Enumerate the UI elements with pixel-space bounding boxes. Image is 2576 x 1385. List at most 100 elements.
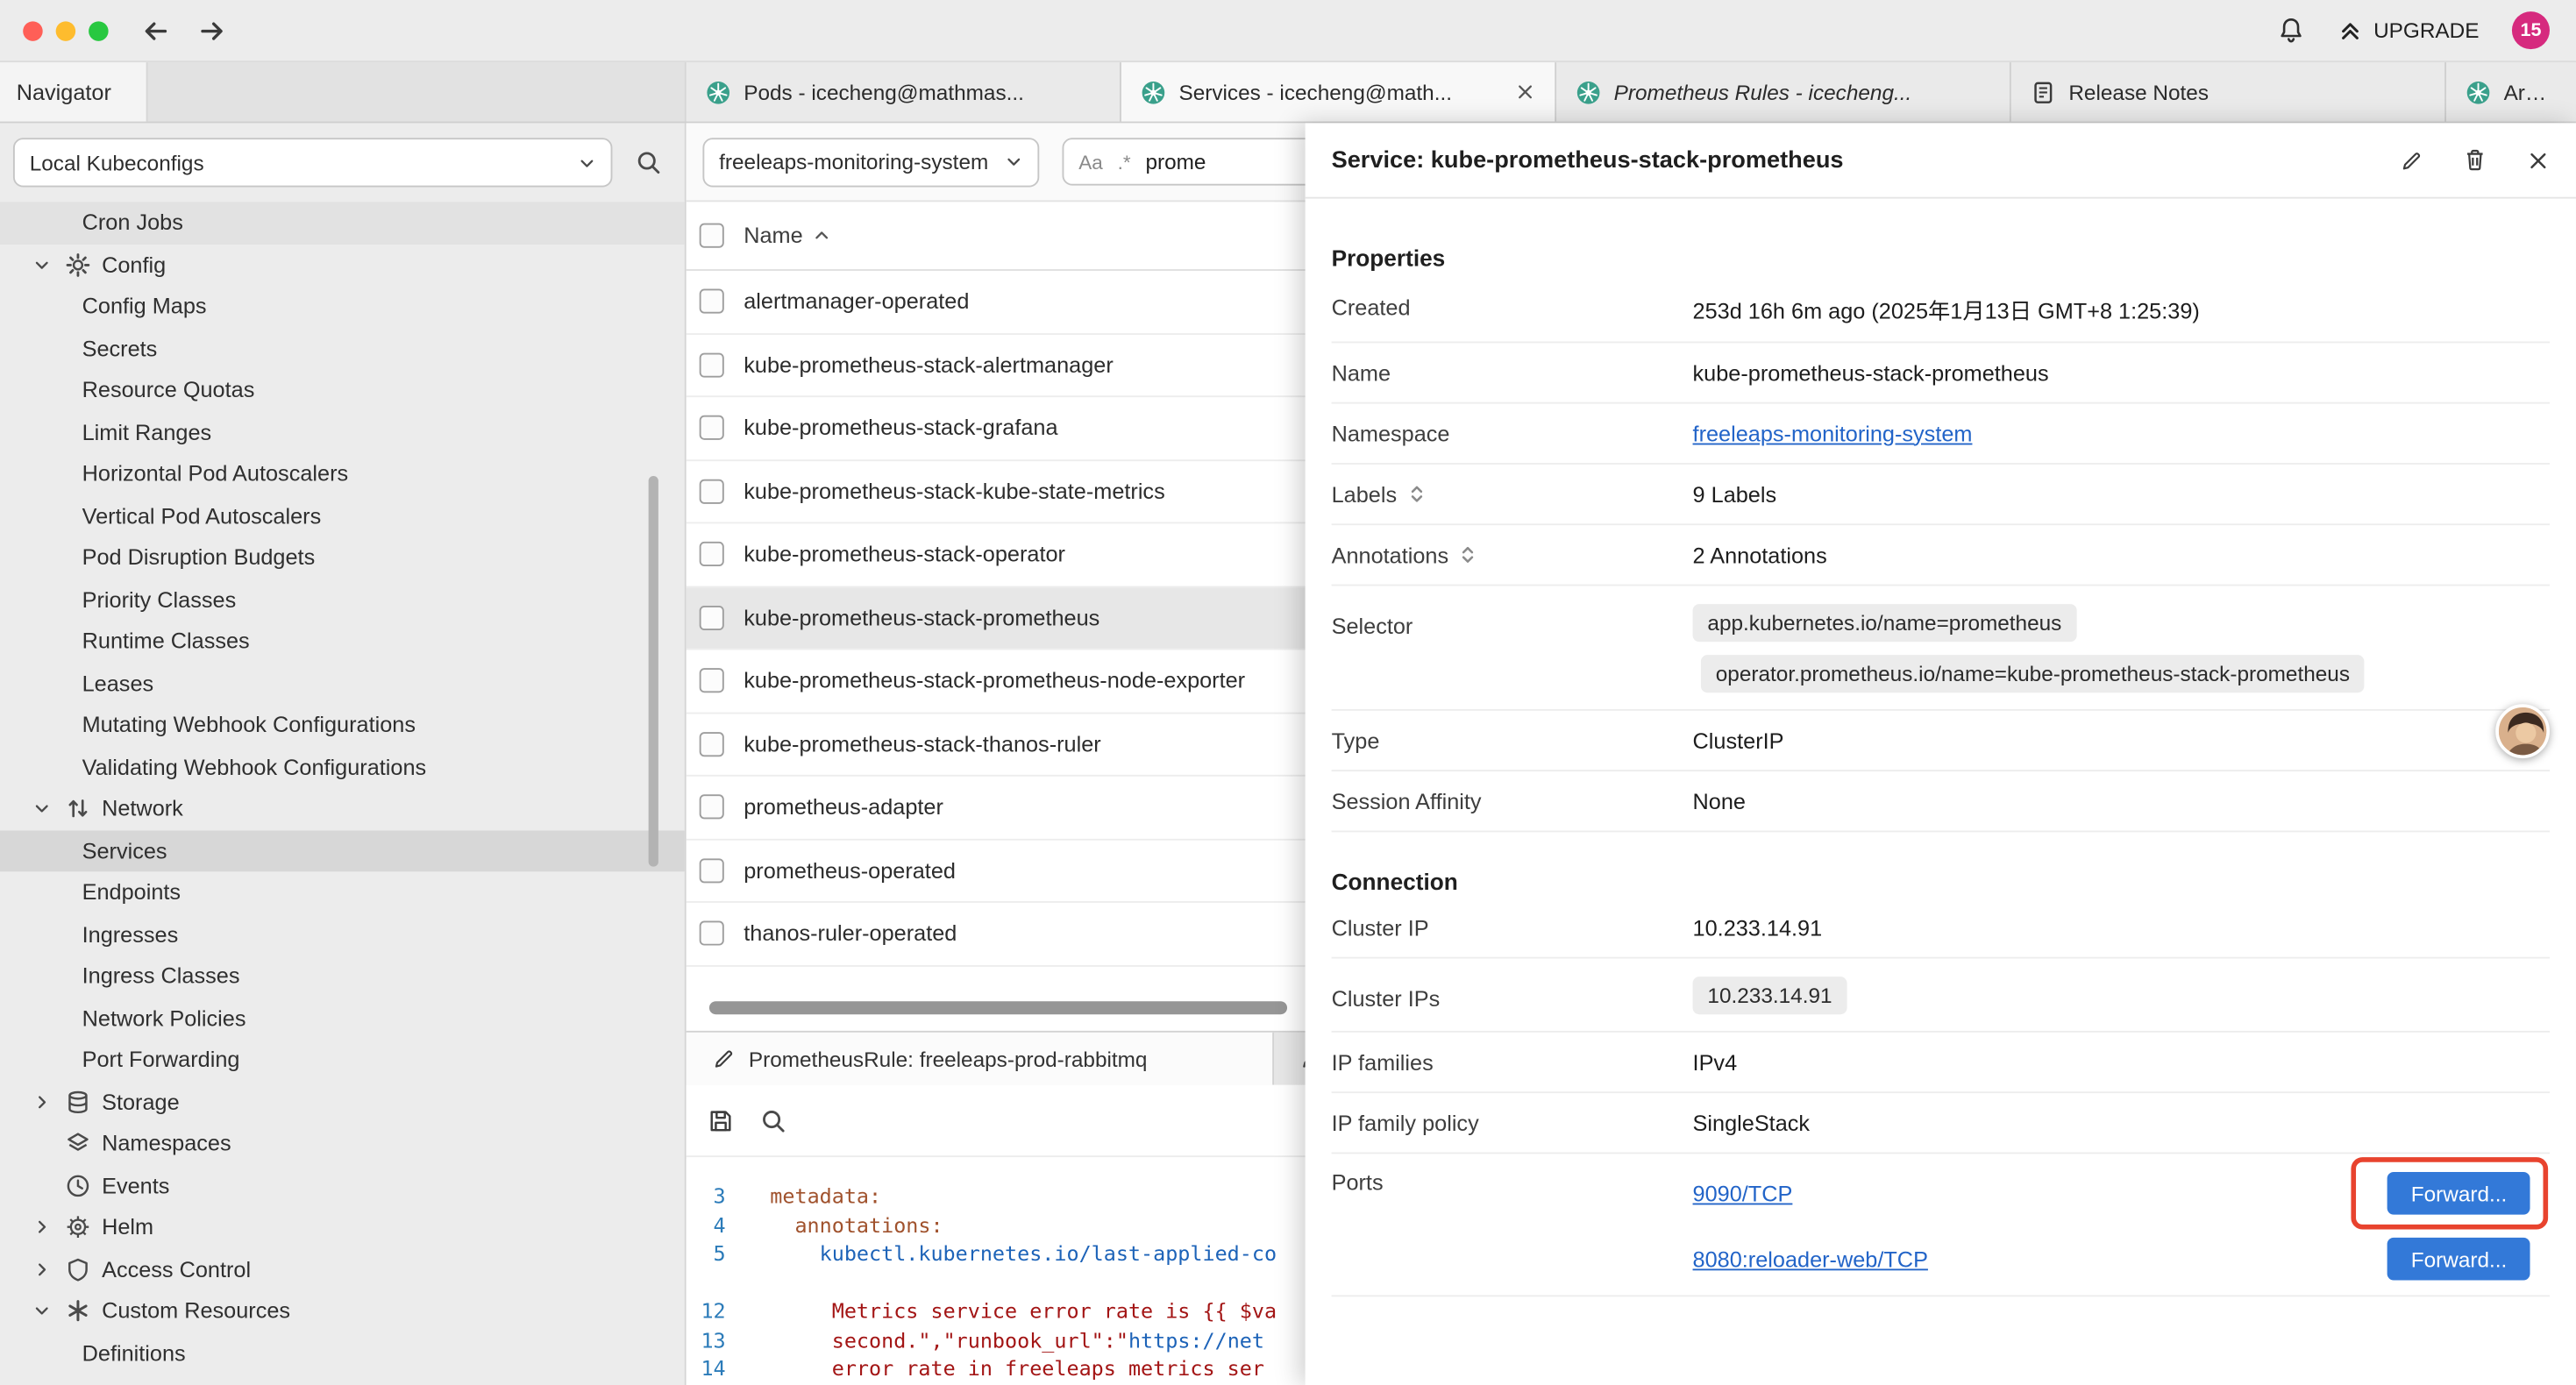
sidebar-item-config[interactable]: Config xyxy=(0,244,685,286)
sidebar-item-namespaces[interactable]: Namespaces xyxy=(0,1123,685,1165)
row-checkbox[interactable] xyxy=(700,921,724,946)
kubernetes-icon xyxy=(1141,80,1165,104)
forward-button-nav[interactable] xyxy=(197,16,227,46)
namespace-link[interactable]: freeleaps-monitoring-system xyxy=(1693,421,1973,445)
sidebar-item-ingress-classes[interactable]: Ingress Classes xyxy=(0,955,685,998)
port-link[interactable]: 8080:reloader-web/TCP xyxy=(1693,1246,1928,1271)
sidebar-item-vertical-pod-autoscalers[interactable]: Vertical Pod Autoscalers xyxy=(0,495,685,537)
select-all-checkbox[interactable] xyxy=(700,224,724,248)
sidebar-item-runtime-classes[interactable]: Runtime Classes xyxy=(0,621,685,663)
detail-row-label: Created xyxy=(1332,295,1693,320)
detail-row-label: Annotations xyxy=(1332,543,1693,567)
row-checkbox[interactable] xyxy=(700,605,724,629)
tab-services-icecheng-math[interactable]: Services - icecheng@math... xyxy=(1121,62,1556,121)
detail-row-label: Ports xyxy=(1332,1161,1693,1195)
detail-label-text: IP families xyxy=(1332,1049,1434,1074)
line-number: 14 xyxy=(687,1354,745,1383)
row-checkbox[interactable] xyxy=(700,352,724,377)
detail-label-text: Cluster IPs xyxy=(1332,985,1441,1010)
sidebar-item-config-maps[interactable]: Config Maps xyxy=(0,286,685,328)
close-panel-icon[interactable] xyxy=(2527,148,2550,171)
sidebar-item-endpoints[interactable]: Endpoints xyxy=(0,871,685,913)
kubeconfig-select[interactable]: Local Kubeconfigs xyxy=(13,138,612,187)
sidebar-search-button[interactable] xyxy=(625,139,671,185)
row-checkbox[interactable] xyxy=(700,732,724,756)
sidebar-item-port-forwarding[interactable]: Port Forwarding xyxy=(0,1039,685,1081)
sidebar-item-ingresses[interactable]: Ingresses xyxy=(0,913,685,955)
forward-button[interactable]: Forward... xyxy=(2388,1172,2530,1215)
horizontal-scrollbar[interactable] xyxy=(709,1001,1287,1014)
sidebar-item-secrets[interactable]: Secrets xyxy=(0,328,685,370)
detail-row-type: TypeClusterIP xyxy=(1332,711,2550,771)
match-case-toggle[interactable]: Aa xyxy=(1078,150,1103,173)
detail-row-label: Namespace xyxy=(1332,421,1693,445)
sidebar-item-leases[interactable]: Leases xyxy=(0,663,685,705)
row-name: prometheus-operated xyxy=(744,858,956,883)
row-checkbox[interactable] xyxy=(700,795,724,820)
chevron-down-icon xyxy=(32,799,65,818)
sidebar-item-storage[interactable]: Storage xyxy=(0,1081,685,1123)
user-avatar[interactable] xyxy=(2495,704,2550,758)
row-checkbox[interactable] xyxy=(700,289,724,314)
namespace-select[interactable]: freeleaps-monitoring-system xyxy=(702,137,1039,186)
sidebar-item-label: Services xyxy=(82,838,167,863)
sidebar-item-network[interactable]: Network xyxy=(0,788,685,830)
editor-search-icon[interactable] xyxy=(760,1107,786,1133)
tab-strip: Navigator Pods - icecheng@mathmas...Serv… xyxy=(0,62,2576,123)
name-column-header[interactable]: Name xyxy=(744,224,830,248)
sidebar-item-access-control[interactable]: Access Control xyxy=(0,1248,685,1290)
detail-row-label: Cluster IPs xyxy=(1332,976,1693,1010)
sidebar-item-priority-classes[interactable]: Priority Classes xyxy=(0,579,685,621)
sidebar-item-cron-jobs[interactable]: Cron Jobs xyxy=(0,202,685,244)
tab-argo-s[interactable]: Argo S... xyxy=(2446,62,2576,121)
sidebar-item-definitions[interactable]: Definitions xyxy=(0,1332,685,1374)
chevron-right-icon xyxy=(32,1218,65,1237)
row-checkbox[interactable] xyxy=(700,669,724,693)
sidebar-item-horizontal-pod-autoscalers[interactable]: Horizontal Pod Autoscalers xyxy=(0,453,685,495)
sidebar-item-validating-webhook-configurations[interactable]: Validating Webhook Configurations xyxy=(0,746,685,788)
detail-row-name: Namekube-prometheus-stack-prometheus xyxy=(1332,343,2550,403)
sidebar-item-events[interactable]: Events xyxy=(0,1165,685,1207)
sidebar-item-mutating-webhook-configurations[interactable]: Mutating Webhook Configurations xyxy=(0,704,685,746)
forward-button[interactable]: Forward... xyxy=(2388,1238,2530,1281)
row-name: kube-prometheus-stack-prometheus-node-ex… xyxy=(744,669,1245,693)
dock-tab-prometheusrule-freeleaps-prod-rabbitmq[interactable]: PrometheusRule: freeleaps-prod-rabbitmq xyxy=(687,1033,1274,1085)
delete-icon[interactable] xyxy=(2463,148,2487,173)
chevron-right-icon xyxy=(32,1261,65,1279)
notifications-bell-icon[interactable] xyxy=(2277,17,2305,45)
code-token: error rate in freeleaps metrics ser xyxy=(832,1356,1264,1381)
port-link[interactable]: 9090/TCP xyxy=(1693,1181,1793,1205)
tab-release-notes[interactable]: Release Notes xyxy=(2011,62,2446,121)
tab-pods-icecheng-mathmas[interactable]: Pods - icecheng@mathmas... xyxy=(687,62,1121,121)
sidebar-item-resource-quotas[interactable]: Resource Quotas xyxy=(0,369,685,411)
detail-row-label: Cluster IP xyxy=(1332,915,1693,940)
edit-icon[interactable] xyxy=(2401,148,2423,171)
row-checkbox[interactable] xyxy=(700,542,724,566)
row-checkbox[interactable] xyxy=(700,479,724,503)
regex-toggle[interactable]: .* xyxy=(1118,150,1131,173)
detail-row-annotations: Annotations2 Annotations xyxy=(1332,525,2550,586)
save-icon[interactable] xyxy=(708,1107,734,1133)
dock-tab-label: PrometheusRule: freeleaps-prod-rabbitmq xyxy=(749,1047,1148,1071)
back-button[interactable] xyxy=(141,16,171,46)
line-number xyxy=(687,1268,745,1297)
sidebar-item-pod-disruption-budgets[interactable]: Pod Disruption Budgets xyxy=(0,536,685,579)
sidebar-scrollbar-thumb[interactable] xyxy=(649,476,658,867)
minimize-window-button[interactable] xyxy=(56,20,75,39)
sidebar-item-network-policies[interactable]: Network Policies xyxy=(0,998,685,1040)
sidebar-item-custom-resources[interactable]: Custom Resources xyxy=(0,1290,685,1332)
tab-prometheus-rules-icecheng[interactable]: Prometheus Rules - icecheng... xyxy=(1556,62,2011,121)
close-window-button[interactable] xyxy=(23,20,42,39)
row-checkbox[interactable] xyxy=(700,858,724,883)
sidebar-item-services[interactable]: Services xyxy=(0,830,685,872)
maximize-window-button[interactable] xyxy=(89,20,108,39)
sidebar-item-limit-ranges[interactable]: Limit Ranges xyxy=(0,411,685,453)
row-name: kube-prometheus-stack-kube-state-metrics xyxy=(744,479,1164,503)
notification-count-badge[interactable]: 15 xyxy=(2512,11,2550,49)
row-checkbox[interactable] xyxy=(700,416,724,440)
sidebar-item-helm[interactable]: Helm xyxy=(0,1206,685,1248)
upgrade-button[interactable]: UPGRADE xyxy=(2338,18,2480,43)
detail-row-cluster-ips: Cluster IPs10.233.14.91 xyxy=(1332,959,2550,1033)
detail-label-text: Annotations xyxy=(1332,543,1449,567)
navigator-tab[interactable]: Navigator xyxy=(0,62,148,121)
